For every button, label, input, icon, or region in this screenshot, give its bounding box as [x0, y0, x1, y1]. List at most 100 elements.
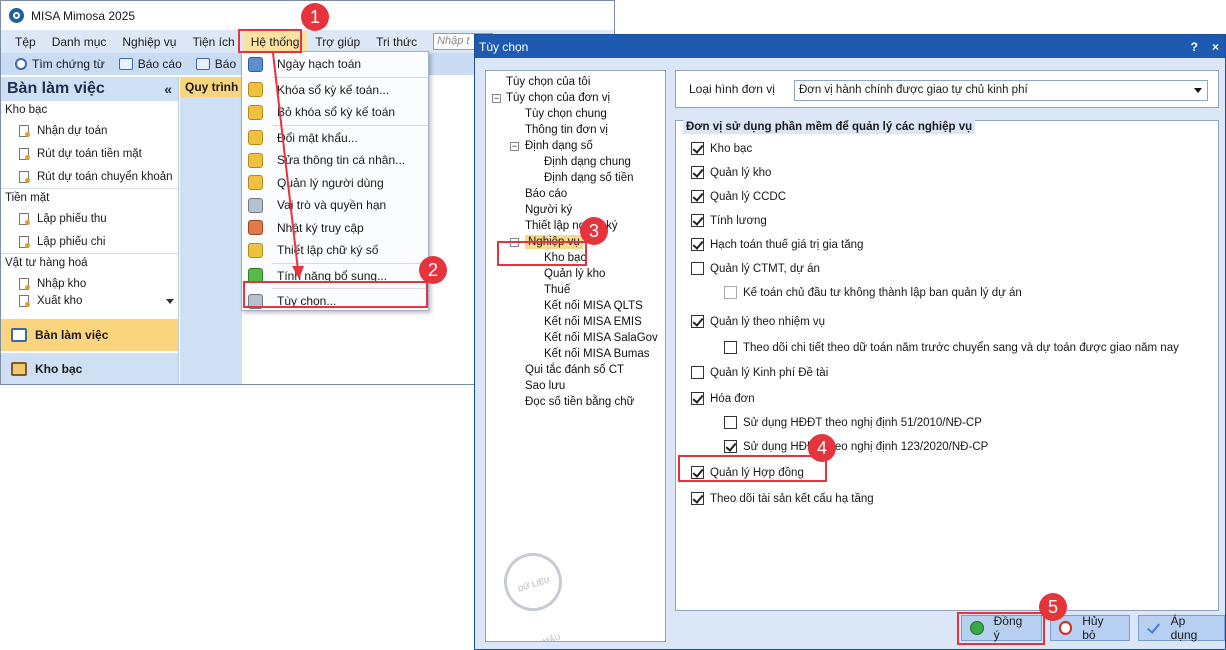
tree-backup[interactable]: Sao lưu — [490, 378, 665, 394]
dialog-title-bar: Tùy chọn ? × — [475, 35, 1225, 58]
tree-ops-bumas[interactable]: Kết nối MISA Bumas — [490, 346, 665, 362]
menu-vai-tro[interactable]: Vai trò và quyền hạn — [242, 194, 428, 217]
menu-tro-giup[interactable]: Trợ giúp — [307, 32, 368, 52]
checkbox[interactable] — [691, 214, 704, 227]
apply-label: Áp dụng — [1170, 614, 1198, 642]
tree-unit-options[interactable]: − Tùy chọn của đơn vị — [490, 90, 665, 106]
op-ctmt-du-an[interactable]: Quản lý CTMT, dự án — [691, 262, 820, 275]
unit-type-value: Đơn vị hành chính được giao tự chủ kinh … — [799, 84, 1028, 96]
menu-tri-thuc[interactable]: Tri thức — [368, 32, 425, 52]
op-quan-ly-kho[interactable]: Quản lý kho — [691, 166, 771, 179]
op-quan-ly-nhiem-vu[interactable]: Quản lý theo nhiệm vụ — [691, 315, 825, 328]
apply-button[interactable]: Áp dụng — [1138, 614, 1226, 642]
op-ke-toan-chu-dau-tu[interactable]: Kế toán chủ đầu tư không thành lập ban q… — [724, 286, 1022, 299]
menu-khoa-so[interactable]: Khóa sổ kỳ kế toán... — [242, 79, 428, 102]
tree-money-format[interactable]: Định dạng số tiền — [490, 170, 665, 186]
op-theo-doi-du-toan[interactable]: Theo dõi chi tiết theo dữ toán năm trước… — [724, 341, 1179, 354]
tree-ops-emis[interactable]: Kết nối MISA EMIS — [490, 314, 665, 330]
menu-danh-muc[interactable]: Danh mục — [44, 32, 115, 52]
tree-label: Người ký — [525, 204, 573, 216]
menu-quan-ly-nguoi-dung[interactable]: Quản lý người dùng — [242, 172, 428, 195]
checkbox[interactable] — [691, 392, 704, 405]
checkbox[interactable] — [691, 166, 704, 179]
sidebar-link-nhap-kho[interactable]: Nhập kho — [1, 272, 178, 295]
tree-numbering[interactable]: Qui tắc đánh số CT — [490, 362, 665, 378]
collapse-icon[interactable]: − — [492, 94, 501, 103]
tree-signature-setup[interactable]: Thiết lập người ký — [490, 218, 665, 234]
close-icon[interactable]: × — [1212, 40, 1219, 54]
report2-button[interactable]: Báo — [195, 57, 236, 71]
tree-general-format[interactable]: Định dạng chung — [490, 154, 665, 170]
op-tai-san-ket-cau[interactable]: Theo dõi tài sản kết cấu hạ tầng — [691, 492, 874, 505]
checkbox[interactable] — [691, 238, 704, 251]
op-kinh-phi-de-tai[interactable]: Quản lý Kinh phí Đề tài — [691, 366, 828, 379]
report-button[interactable]: Báo cáo — [118, 57, 182, 71]
unit-type-label: Loại hình đơn vị — [689, 82, 775, 96]
tree-label: Tùy chọn của tôi — [506, 76, 591, 88]
menu-nghiep-vu[interactable]: Nghiệp vụ — [114, 32, 184, 52]
find-voucher-button[interactable]: Tìm chứng từ — [15, 57, 105, 71]
checkbox[interactable] — [691, 190, 704, 203]
sidebar-link-xuat-kho[interactable]: Xuất kho — [1, 295, 178, 307]
tree-ops-quan-ly-kho[interactable]: Quản lý kho — [490, 266, 665, 282]
tree-label: Thuế — [544, 284, 571, 296]
scroll-down-icon[interactable] — [166, 299, 174, 304]
collapse-icon[interactable]: « — [164, 81, 172, 97]
tree-my-options[interactable]: Tùy chọn của tôi — [490, 74, 665, 90]
he-thong-dropdown: Ngày hạch toán Khóa sổ kỳ kế toán... Bỏ … — [241, 51, 429, 311]
sidebar-link-phieu-thu[interactable]: Lập phiếu thu — [1, 207, 178, 230]
tree-reports[interactable]: Báo cáo — [490, 186, 665, 202]
menu-ngay-hach-toan[interactable]: Ngày hạch toán — [242, 53, 428, 76]
menu-sua-thong-tin[interactable]: Sửa thông tin cá nhân... — [242, 149, 428, 172]
tree-ops-qlts[interactable]: Kết nối MISA QLTS — [490, 298, 665, 314]
op-thue-gtgt[interactable]: Hạch toán thuế giá trị gia tăng — [691, 238, 863, 251]
menu-nhat-ky[interactable]: Nhật ký truy cập — [242, 217, 428, 240]
nav-kho-bac[interactable]: Kho bạc — [1, 353, 178, 384]
menu-bo-khoa-so[interactable]: Bỏ khóa sổ kỳ kế toán — [242, 101, 428, 124]
sidebar-link-rut-tien-mat[interactable]: Rút dự toán tiền mặt — [1, 142, 178, 165]
checkbox[interactable] — [691, 315, 704, 328]
operations-heading: Đơn vị sử dụng phần mềm để quản lý các n… — [683, 120, 976, 134]
tab-quy-trinh[interactable]: Quy trình — [180, 77, 242, 97]
sidebar-link-nhan-du-toan[interactable]: Nhận dự toán — [1, 119, 178, 142]
checkbox[interactable] — [724, 440, 737, 453]
menu-item-label: Ngày hạch toán — [277, 57, 362, 72]
collapse-icon[interactable]: − — [510, 142, 519, 151]
op-kho-bac[interactable]: Kho bạc — [691, 142, 752, 155]
tree-ops-thue[interactable]: Thuế — [490, 282, 665, 298]
tree-read-money[interactable]: Đọc số tiền bằng chữ — [490, 394, 665, 410]
checkbox[interactable] — [724, 341, 737, 354]
find-voucher-label: Tìm chứng từ — [32, 57, 105, 71]
document-icon — [19, 212, 30, 225]
checkbox[interactable] — [691, 366, 704, 379]
dialog-title: Tùy chọn — [479, 39, 529, 54]
checkbox[interactable] — [724, 286, 737, 299]
cancel-button[interactable]: Hủy bỏ — [1049, 614, 1130, 642]
checkbox[interactable] — [691, 262, 704, 275]
tree-unit-info[interactable]: Thông tin đơn vị — [490, 122, 665, 138]
op-hddt-123[interactable]: Sử dụng HĐĐT theo nghị định 123/2020/NĐ-… — [724, 440, 988, 453]
tree-signer[interactable]: Người ký — [490, 202, 665, 218]
op-label: Hạch toán thuế giá trị gia tăng — [710, 238, 864, 251]
checkbox[interactable] — [691, 142, 704, 155]
op-quan-ly-ccdc[interactable]: Quản lý CCDC — [691, 190, 786, 203]
help-icon[interactable]: ? — [1191, 40, 1198, 54]
tree-ops-salagov[interactable]: Kết nối MISA SalaGov — [490, 330, 665, 346]
unit-type-select[interactable]: Đơn vị hành chính được giao tự chủ kinh … — [794, 80, 1208, 101]
tree-number-format[interactable]: − Định dạng số — [490, 138, 665, 154]
menu-tien-ich[interactable]: Tiện ích — [184, 32, 242, 52]
op-hddt-51[interactable]: Sử dụng HĐĐT theo nghị định 51/2010/NĐ-C… — [724, 416, 982, 429]
checkbox[interactable] — [691, 492, 704, 505]
op-tinh-luong[interactable]: Tính lương — [691, 214, 767, 227]
op-hoa-don[interactable]: Hóa đơn — [691, 392, 755, 405]
tree-general[interactable]: Tùy chọn chung — [490, 106, 665, 122]
sidebar-link-phieu-chi[interactable]: Lập phiếu chi — [1, 230, 178, 253]
checkbox[interactable] — [724, 416, 737, 429]
menu-doi-mat-khau[interactable]: Đổi mật khẩu... — [242, 127, 428, 150]
menu-chu-ky-so[interactable]: Thiết lập chữ ký số — [242, 239, 428, 262]
sample-data-watermark: DỮ LIỆU MẪU — [496, 545, 570, 641]
cancel-icon — [1058, 621, 1073, 635]
menu-tep[interactable]: Tệp — [7, 32, 44, 52]
nav-ban-lam-viec[interactable]: Bàn làm việc — [1, 319, 178, 351]
sidebar-link-rut-chuyen-khoan[interactable]: Rút dự toán chuyển khoản — [1, 165, 178, 188]
